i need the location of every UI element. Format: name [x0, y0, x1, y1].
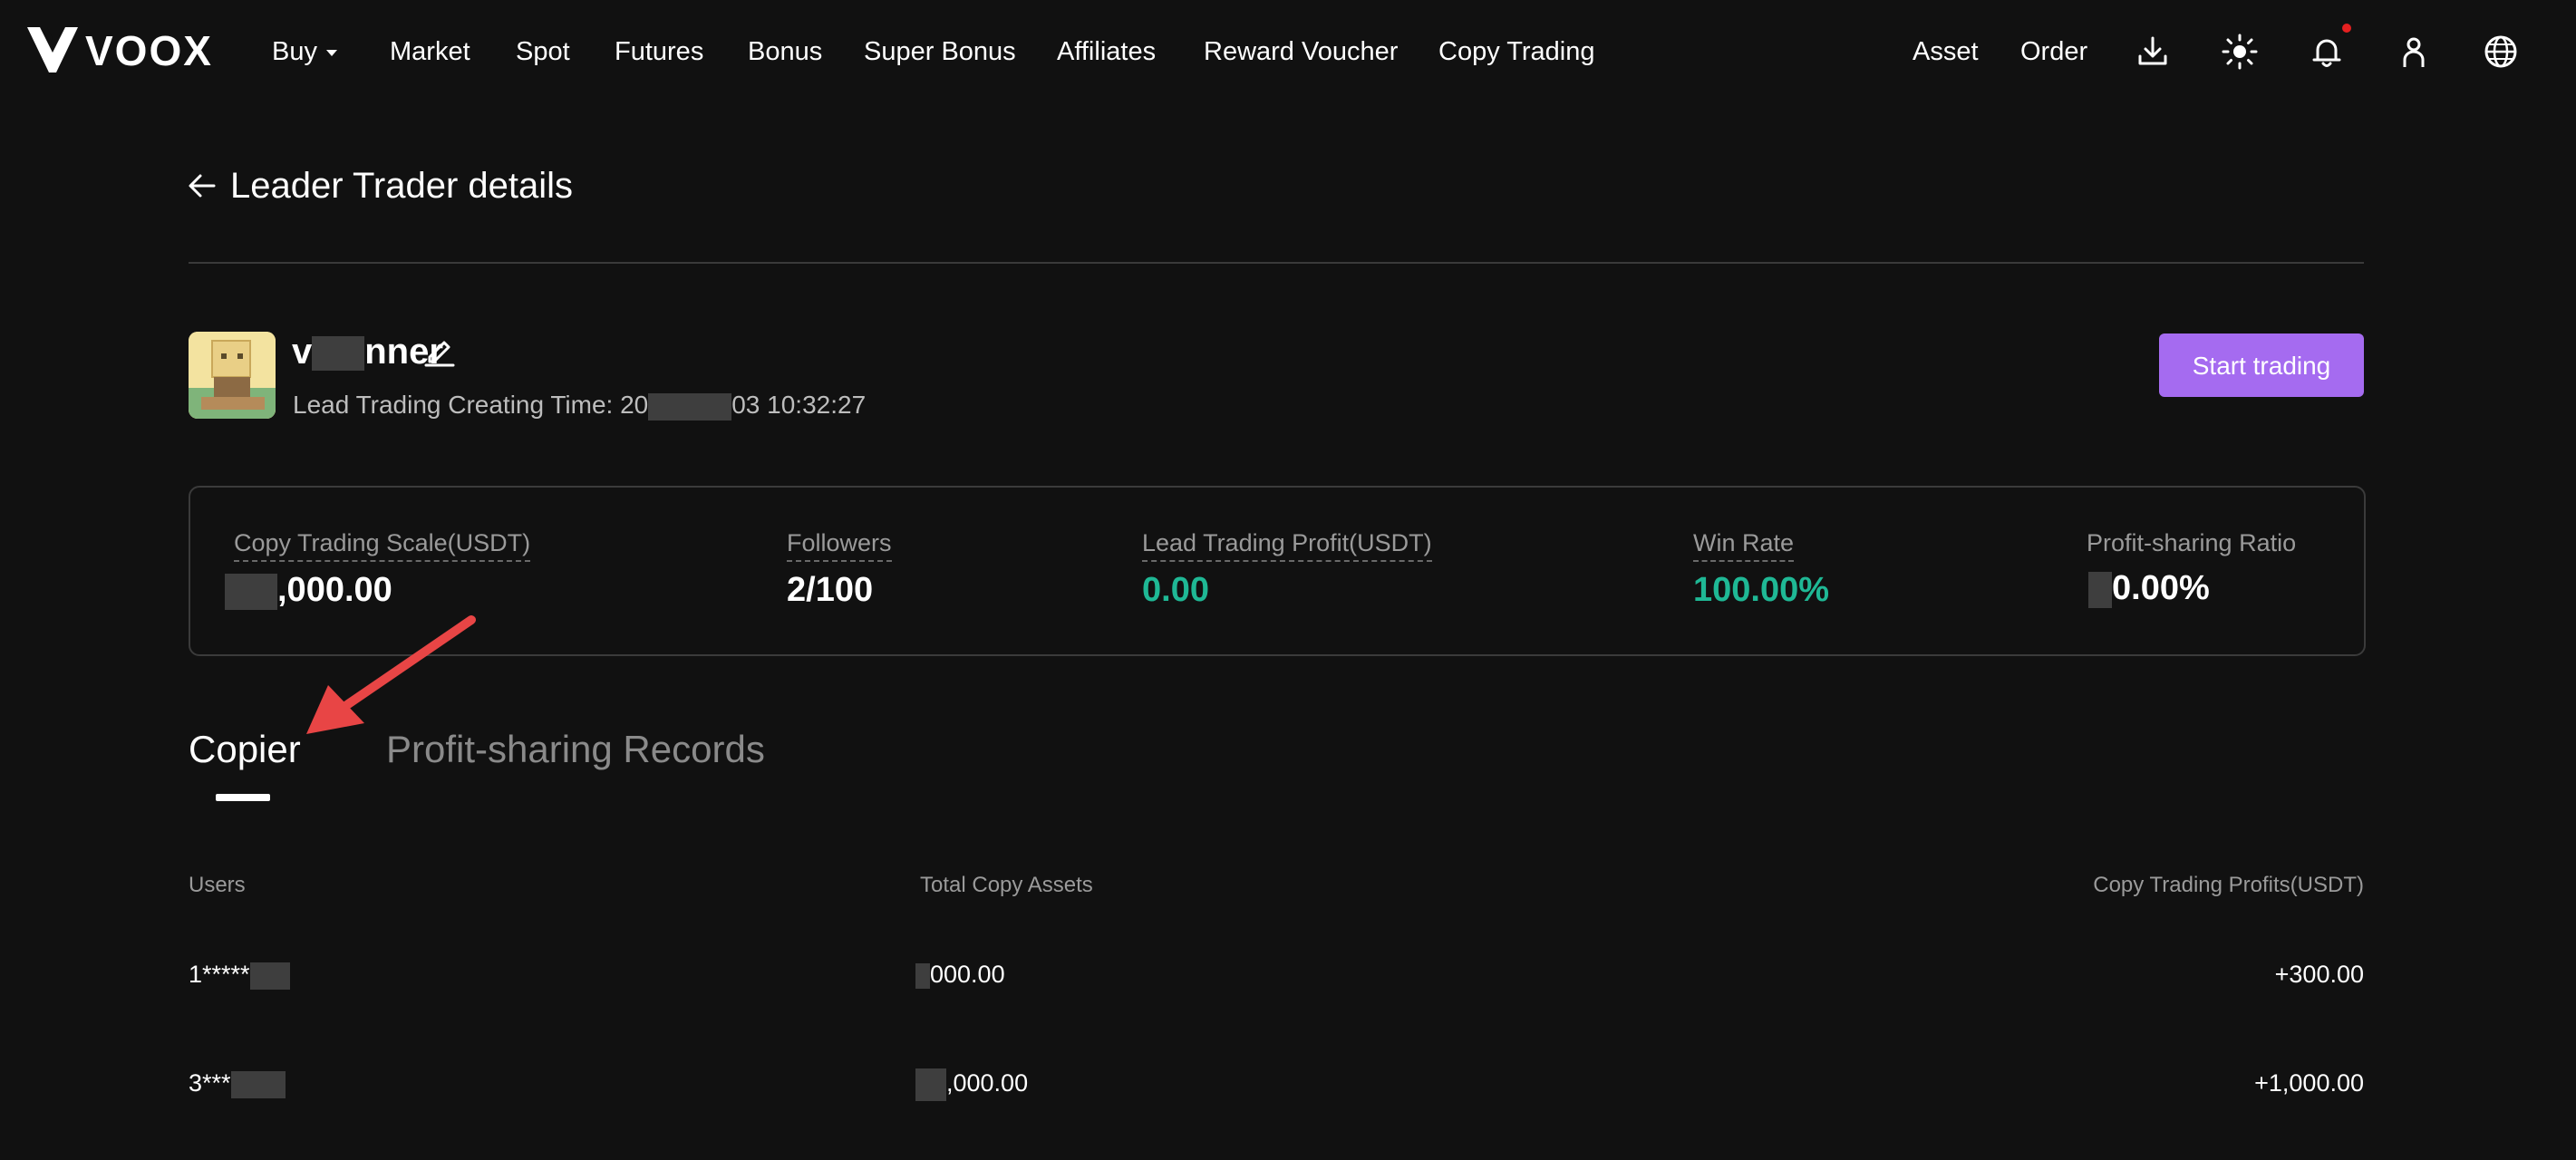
active-tab-indicator [216, 794, 270, 801]
nav-reward-voucher[interactable]: Reward Voucher [1204, 33, 1398, 71]
copy-trading-profit-cell: +1,000.00 [2254, 1069, 2364, 1097]
user-id: 3*** [189, 1069, 231, 1097]
assets-value: 000.00 [930, 961, 1005, 988]
stat-copy-trading-scale: Copy Trading Scale(USDT) ,000.00 [225, 527, 531, 611]
total-copy-assets-cell: ,000.00 [915, 1068, 1028, 1101]
nav-bonus[interactable]: Bonus [748, 33, 822, 71]
trader-name: v nner [292, 328, 443, 375]
nav-asset[interactable]: Asset [1913, 33, 1979, 71]
nav-spot[interactable]: Spot [516, 33, 570, 71]
created-time-value: 03 10:32:27 [731, 391, 867, 419]
stats-panel: Copy Trading Scale(USDT) ,000.00 Followe… [189, 486, 2366, 656]
stat-label[interactable]: Win Rate [1693, 527, 1795, 562]
user-id: 1***** [189, 961, 250, 988]
tab-profit-sharing-records[interactable]: Profit-sharing Records [386, 723, 765, 776]
stat-win-rate: Win Rate 100.00% [1693, 527, 1829, 611]
redacted-block [312, 336, 365, 372]
trader-name-prefix: v [292, 332, 313, 372]
stat-profit-sharing-ratio: Profit-sharing Ratio 0.00% [2087, 527, 2296, 609]
nav-order[interactable]: Order [2020, 33, 2087, 71]
tab-copier[interactable]: Copier [189, 723, 301, 776]
copy-trading-profit-cell: +300.00 [2274, 961, 2364, 988]
header-divider [189, 262, 2364, 264]
stat-value: 0.00% [2088, 567, 2296, 609]
stat-value: 0.00 [1142, 571, 1209, 609]
trader-avatar [189, 332, 276, 419]
nav-affiliates[interactable]: Affiliates [1057, 33, 1156, 71]
total-copy-assets-cell: 000.00 [915, 959, 1005, 990]
stat-value: 2/100 [787, 571, 874, 609]
user-cell: 1***** [189, 959, 290, 990]
download-icon[interactable] [2134, 33, 2172, 71]
stat-followers: Followers 2/100 [787, 527, 892, 611]
chevron-down-icon [325, 49, 337, 56]
user-cell: 3*** [189, 1068, 286, 1098]
bell-icon[interactable] [2308, 33, 2346, 71]
globe-icon[interactable] [2482, 33, 2520, 71]
nav-futures[interactable]: Futures [615, 33, 703, 71]
redacted-block [249, 962, 290, 990]
nav-market[interactable]: Market [390, 33, 470, 71]
redacted-block [915, 1068, 946, 1101]
voox-logo[interactable]: VOOX [27, 25, 213, 76]
column-header-total-copy-assets: Total Copy Assets [920, 873, 1093, 897]
edit-icon[interactable] [422, 334, 457, 368]
stat-value: ,000.00 [225, 569, 530, 611]
stat-label[interactable]: Lead Trading Profit(USDT) [1142, 527, 1432, 562]
user-icon[interactable] [2395, 33, 2433, 71]
page-title: Leader Trader details [230, 166, 574, 206]
redacted-block [2088, 571, 2112, 608]
nav-super-bonus[interactable]: Super Bonus [864, 33, 1016, 71]
lead-trading-created-time: Lead Trading Creating Time: 20 03 10:32:2… [293, 389, 866, 421]
nav-copy-trading[interactable]: Copy Trading [1438, 33, 1595, 71]
column-header-copy-trading-profits: Copy Trading Profits(USDT) [2093, 873, 2364, 897]
assets-value: ,000.00 [946, 1069, 1029, 1097]
column-header-users: Users [189, 873, 246, 897]
top-nav: VOOX Buy Market Spot Futures Bonus Super… [0, 0, 2576, 103]
nav-buy[interactable]: Buy [272, 33, 337, 71]
notification-dot [2342, 24, 2351, 33]
stat-label[interactable]: Followers [787, 527, 892, 562]
theme-sun-icon[interactable] [2221, 33, 2259, 71]
stat-lead-trading-profit: Lead Trading Profit(USDT) 0.00 [1142, 527, 1432, 611]
stat-label: Profit-sharing Ratio [2087, 529, 2297, 556]
start-trading-button[interactable]: Start trading [2159, 334, 2364, 397]
redacted-block [915, 962, 930, 989]
redacted-block [230, 1070, 286, 1098]
stat-value-text: 0.00% [2112, 569, 2210, 607]
logo-mark-icon [27, 27, 78, 72]
stat-label[interactable]: Copy Trading Scale(USDT) [234, 527, 531, 562]
redacted-block [225, 573, 277, 610]
created-time-label: Lead Trading Creating Time: 20 [293, 391, 649, 419]
brand-name: VOOX [85, 27, 213, 74]
nav-buy-label: Buy [272, 37, 317, 66]
stat-value: 100.00% [1693, 571, 1830, 609]
redacted-block [648, 392, 732, 420]
stat-value-text: ,000.00 [277, 571, 392, 609]
back-arrow-icon[interactable] [187, 170, 218, 201]
